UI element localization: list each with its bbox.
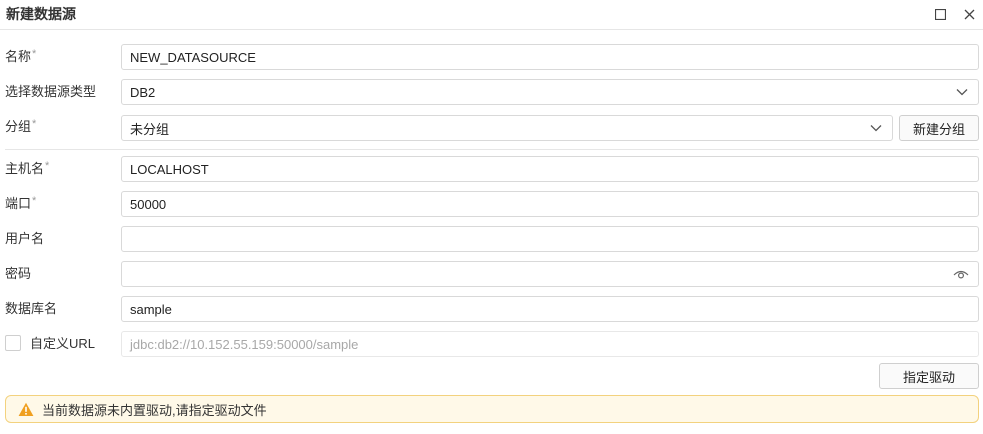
host-label: 主机名* <box>5 160 50 176</box>
type-select[interactable]: DB2 <box>121 79 979 105</box>
dialog-titlebar: 新建数据源 <box>0 0 983 30</box>
name-input-value: NEW_DATASOURCE <box>130 49 256 65</box>
custom-url-checkbox[interactable] <box>5 335 21 351</box>
group-select-value: 未分组 <box>130 121 170 137</box>
chevron-down-icon <box>956 89 968 96</box>
close-icon <box>964 9 974 19</box>
username-input[interactable] <box>121 226 979 252</box>
section-divider <box>5 149 979 150</box>
password-label: 密码 <box>5 266 32 281</box>
port-label: 端口* <box>5 195 37 211</box>
custom-url-label: 自定义URL <box>30 336 96 351</box>
port-input[interactable]: 50000 <box>121 191 979 217</box>
name-label: 名称* <box>5 48 37 64</box>
warning-icon <box>18 402 34 416</box>
host-input[interactable]: LOCALHOST <box>121 156 979 182</box>
database-label: 数据库名 <box>5 301 58 316</box>
port-input-value: 50000 <box>130 196 167 212</box>
dialog-title: 新建数据源 <box>6 6 76 22</box>
host-input-value: LOCALHOST <box>130 161 209 177</box>
username-label: 用户名 <box>5 231 45 246</box>
database-input[interactable]: sample <box>121 296 979 322</box>
type-select-value: DB2 <box>130 84 156 100</box>
close-button[interactable] <box>960 5 978 23</box>
database-input-value: sample <box>130 301 172 317</box>
new-group-button[interactable]: 新建分组 <box>899 115 979 141</box>
group-select[interactable]: 未分组 <box>121 115 893 141</box>
eye-icon[interactable] <box>953 268 969 281</box>
name-input[interactable]: NEW_DATASOURCE <box>121 44 979 70</box>
driver-warning-alert: 当前数据源未内置驱动,请指定驱动文件 <box>5 395 979 423</box>
custom-url-input[interactable]: jdbc:db2://10.152.55.159:50000/sample <box>121 331 979 357</box>
maximize-button[interactable] <box>931 5 949 23</box>
chevron-down-icon <box>870 125 882 132</box>
maximize-icon <box>934 8 946 20</box>
password-input[interactable] <box>121 261 979 287</box>
custom-url-input-value: jdbc:db2://10.152.55.159:50000/sample <box>130 336 359 352</box>
specify-driver-button[interactable]: 指定驱动 <box>879 363 979 389</box>
alert-text: 当前数据源未内置驱动,请指定驱动文件 <box>42 402 267 418</box>
group-label: 分组* <box>5 118 37 134</box>
type-label: 选择数据源类型 <box>5 84 97 99</box>
